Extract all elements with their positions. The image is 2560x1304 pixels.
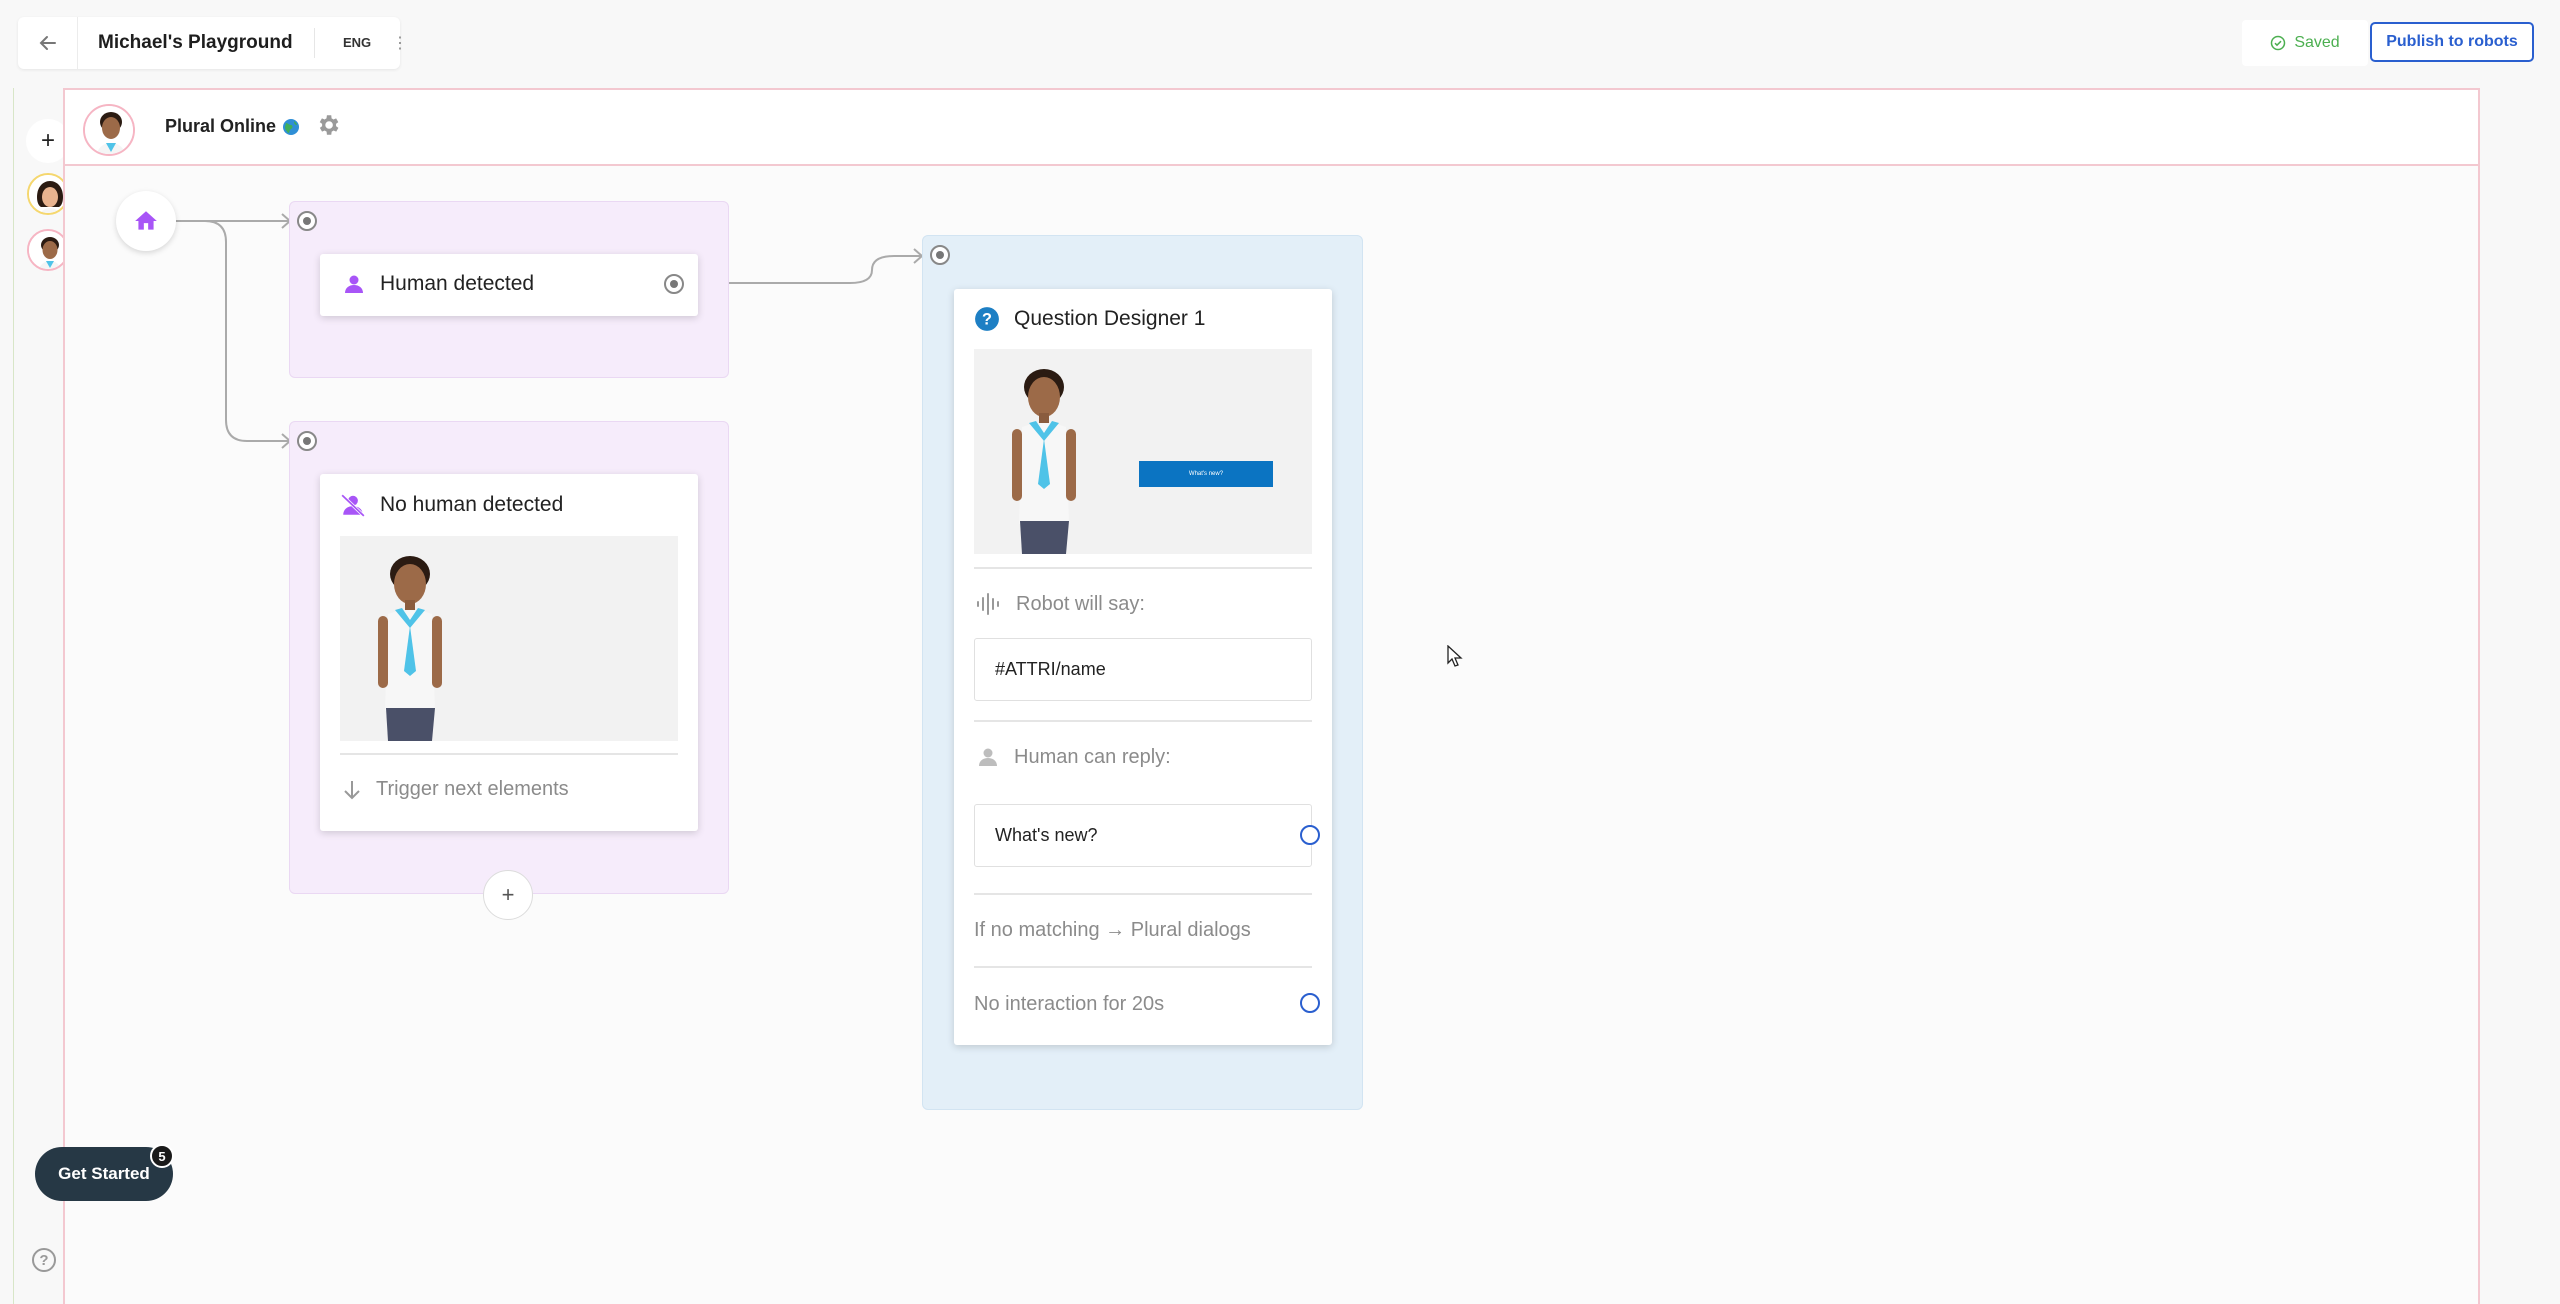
get-started-badge: 5 [150,1144,174,1168]
question-icon: ? [975,307,999,331]
sound-wave-icon [977,593,999,615]
home-icon [135,211,157,230]
trigger-next-elements-row[interactable]: Trigger next elements [342,778,569,801]
input-port[interactable] [297,211,317,231]
person-off-icon [341,494,365,518]
reply-option-field[interactable]: What's new? [974,804,1312,867]
trigger-group-no-human-detected[interactable]: No human detected Trigger next elements [289,421,729,894]
robot-will-say-row: Robot will say: [976,592,1145,616]
no-interaction-timeout[interactable]: No interaction for 20s [974,993,1164,1016]
input-port[interactable] [930,245,950,265]
mouse-cursor-icon [1447,645,1463,667]
input-port[interactable] [297,431,317,451]
person-icon [979,748,997,766]
person-icon [345,275,363,293]
preview-whats-new-button: What's new? [1139,461,1273,487]
reply-output-port[interactable] [1300,825,1320,845]
human-detected-title: Human detected [380,272,535,295]
trigger-next-elements-label: Trigger next elements [376,778,569,800]
no-human-detected-card[interactable]: No human detected Trigger next elements [320,474,698,831]
question-designer-group[interactable]: ? Question Designer 1 What's new? Robot … [922,235,1363,1110]
add-element-button[interactable]: + [483,870,533,920]
question-preview-image: What's new? [974,349,1312,554]
avatar-preview-image [340,536,678,741]
svg-text:?: ? [982,310,992,328]
robot-will-say-label: Robot will say: [1016,592,1145,615]
output-port[interactable] [664,274,684,294]
trigger-group-human-detected[interactable]: Human detected [289,201,729,378]
robot-speech-field[interactable]: #ATTRI/name [974,638,1312,701]
no-human-detected-title: No human detected [380,493,564,516]
timeout-output-port[interactable] [1300,993,1320,1013]
arrow-down-icon [344,780,360,799]
start-node[interactable] [116,191,176,251]
question-designer-title: Question Designer 1 [1014,307,1206,330]
no-matching-fallback[interactable]: If no matching → Plural dialogs [974,919,1251,942]
human-can-reply-label: Human can reply: [1014,745,1171,768]
help-icon[interactable]: ? [32,1248,56,1272]
human-detected-card[interactable]: Human detected [320,254,698,316]
human-can-reply-row: Human can reply: [976,745,1171,769]
question-designer-card[interactable]: ? Question Designer 1 What's new? Robot … [954,289,1332,1045]
